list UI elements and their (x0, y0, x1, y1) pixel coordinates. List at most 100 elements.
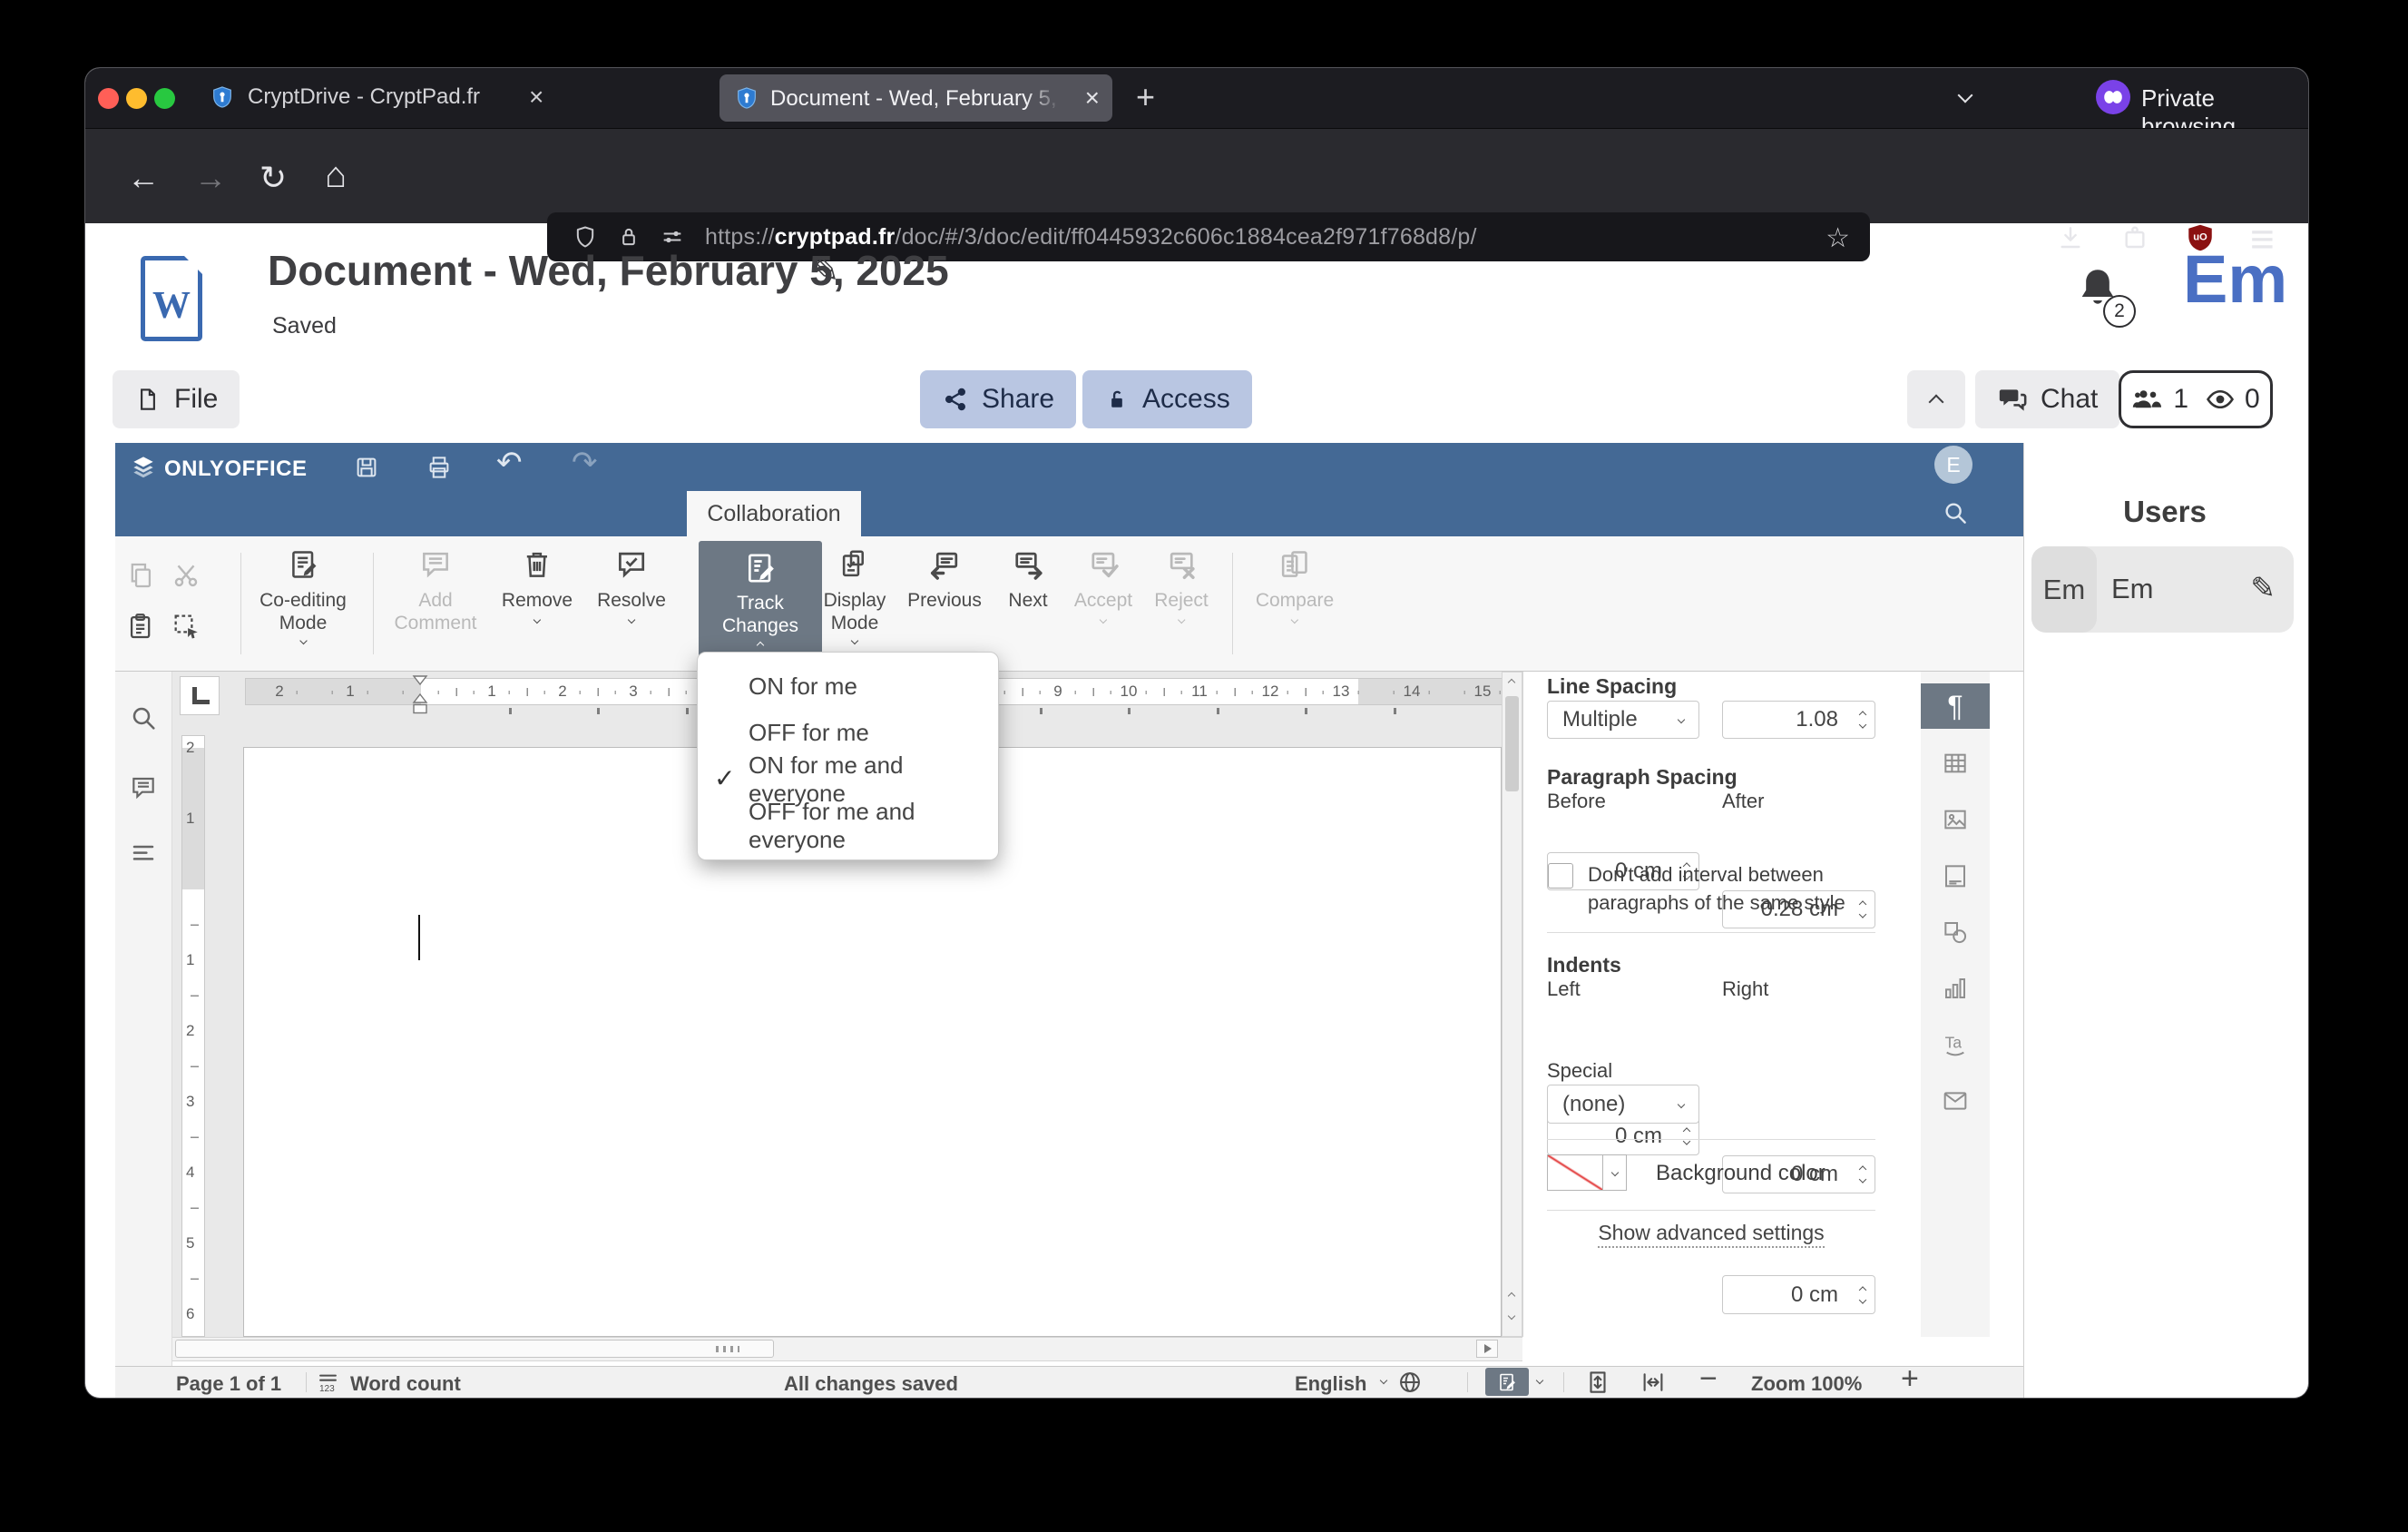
users-panel-title: Users (2123, 495, 2207, 528)
paste-icon[interactable] (125, 611, 156, 642)
share-button[interactable]: Share (920, 370, 1077, 428)
rename-pencil-icon[interactable]: ✎ (809, 250, 840, 291)
textart-settings-tab-icon[interactable] (1941, 1030, 1970, 1059)
new-tab-button[interactable]: + (1136, 78, 1155, 116)
home-button[interactable]: ⌂ (325, 157, 347, 193)
language-selector[interactable]: English (1295, 1372, 1366, 1396)
downloads-icon[interactable] (2056, 223, 2085, 252)
compare-button[interactable]: Compare (1256, 547, 1334, 624)
vertical-scrollbar[interactable] (1502, 672, 1522, 1337)
special-indent-select[interactable]: (none) (1547, 1085, 1699, 1124)
reload-button[interactable]: ↻ (259, 162, 287, 194)
line-spacing-select[interactable]: Multiple (1547, 701, 1699, 739)
print-icon[interactable] (426, 454, 453, 481)
display-mode-button[interactable]: Display Mode (814, 547, 896, 645)
background-color-swatch[interactable] (1547, 1154, 1603, 1191)
tab-stop-selector[interactable] (180, 676, 220, 715)
vertical-ruler[interactable]: 2 1 1 2 3 4 5 6 (181, 735, 205, 1337)
document-title[interactable]: Document - Wed, February 5, 2025 (268, 246, 949, 295)
zoom-out-button[interactable]: − (1699, 1361, 1718, 1397)
search-icon[interactable] (1942, 499, 1969, 526)
account-avatar-initials[interactable]: Em (2183, 241, 2287, 318)
next-change-button[interactable]: Next (1008, 547, 1048, 612)
chart-settings-tab-icon[interactable] (1941, 974, 1970, 1003)
page-count-label[interactable]: Page 1 of 1 (176, 1372, 281, 1396)
default-tab-stop-mark (1305, 708, 1307, 714)
scroll-right-button[interactable] (1476, 1340, 1498, 1358)
horizontal-scrollbar-thumb[interactable] (175, 1340, 774, 1358)
presence-indicator[interactable]: 1 0 (2119, 370, 2273, 428)
track-changes-button-active[interactable]: Track Changes (699, 541, 822, 666)
zoom-level-label[interactable]: Zoom 100% (1751, 1372, 1862, 1396)
cut-scissors-icon[interactable] (171, 560, 201, 591)
close-window-button[interactable] (98, 88, 119, 109)
minimize-window-button[interactable] (126, 88, 147, 109)
find-icon[interactable] (129, 703, 158, 732)
tab-title: CryptDrive - CryptPad.fr (248, 84, 481, 109)
close-tab-icon[interactable]: × (1085, 83, 1100, 113)
copy-icon[interactable] (125, 560, 156, 591)
no-interval-checkbox[interactable] (1548, 863, 1573, 889)
line-spacing-header: Line Spacing (1547, 674, 1678, 698)
add-comment-button[interactable]: Add Comment (386, 547, 485, 634)
line-spacing-value-input[interactable]: 1.08 (1722, 701, 1875, 739)
table-settings-tab-icon[interactable] (1941, 749, 1970, 778)
horizontal-scrollbar[interactable] (172, 1337, 1522, 1361)
ruler-number: 9 (1053, 683, 1062, 700)
special-indent-value-input[interactable]: 0 cm (1722, 1275, 1875, 1314)
user-avatar[interactable]: E (1934, 446, 1972, 484)
browser-tab-document-active[interactable]: Document - Wed, February 5, 20 × (719, 74, 1112, 122)
forward-button[interactable]: → (194, 162, 227, 194)
background-color-dropdown[interactable] (1603, 1154, 1627, 1191)
word-count-label[interactable]: Word count (350, 1372, 461, 1396)
indent-markers[interactable] (411, 674, 429, 716)
spellcheck-globe-icon[interactable] (1397, 1370, 1423, 1395)
menu-item-on-for-me[interactable]: ON for me (698, 663, 998, 710)
coediting-mode-button[interactable]: Co-editing Mode (251, 547, 356, 645)
image-settings-tab-icon[interactable] (1941, 805, 1970, 834)
browser-tab-cryptdrive[interactable]: CryptDrive - CryptPad.fr × (210, 83, 543, 112)
edit-user-name-pencil-icon[interactable]: ✎ (2250, 570, 2276, 605)
checkmark-icon: ✓ (714, 764, 736, 792)
viewers-count: 0 (2245, 384, 2260, 414)
word-count-icon[interactable] (316, 1370, 340, 1395)
previous-change-button[interactable]: Previous (907, 547, 982, 612)
remove-comments-button[interactable]: Remove (502, 547, 573, 624)
menu-item-on-for-everyone-checked[interactable]: ✓ ON for me and everyone (698, 751, 998, 807)
redo-icon[interactable]: ↷ (572, 445, 598, 481)
undo-icon[interactable]: ↶ (496, 445, 523, 481)
zoom-window-button[interactable] (154, 88, 175, 109)
bookmark-star-icon[interactable]: ☆ (1826, 222, 1850, 254)
mail-merge-tab-icon[interactable] (1941, 1086, 1970, 1115)
zoom-in-button[interactable]: + (1901, 1361, 1919, 1397)
track-changes-status-toggle-active[interactable] (1485, 1368, 1529, 1396)
navigation-panel-icon[interactable] (129, 840, 158, 869)
fit-width-icon[interactable] (1640, 1369, 1667, 1396)
file-menu-button[interactable]: File (113, 370, 240, 428)
show-advanced-settings-link[interactable]: Show advanced settings (1598, 1221, 1825, 1248)
paragraph-settings-tab-active[interactable]: ¶ (1921, 683, 1990, 729)
close-tab-icon[interactable]: × (529, 83, 543, 112)
collapse-toolbar-button[interactable] (1907, 370, 1965, 428)
access-button[interactable]: Access (1082, 370, 1252, 428)
user-list-item[interactable]: Em Em ✎ (2031, 546, 2294, 633)
comments-panel-icon[interactable] (129, 773, 158, 802)
vertical-scrollbar-thumb[interactable] (1505, 696, 1519, 791)
save-icon[interactable] (353, 454, 380, 481)
back-button[interactable]: ← (127, 162, 160, 194)
menu-item-off-for-me[interactable]: OFF for me (698, 710, 998, 756)
resolve-comments-button[interactable]: Resolve (597, 547, 666, 624)
ruler-number: 5 (186, 1234, 195, 1252)
menu-item-off-for-everyone[interactable]: OFF for me and everyone (698, 798, 998, 853)
shape-settings-tab-icon[interactable] (1941, 918, 1970, 947)
select-all-icon[interactable] (171, 611, 201, 642)
header-footer-settings-tab-icon[interactable] (1941, 861, 1970, 890)
list-tabs-chevron-icon[interactable] (1957, 87, 1973, 103)
fit-page-icon[interactable] (1584, 1369, 1611, 1396)
reject-change-button[interactable]: Reject (1154, 547, 1209, 624)
menu-tab-collaboration-active[interactable]: Collaboration (687, 491, 861, 536)
chat-button[interactable]: Chat (1975, 370, 2120, 428)
indent-left-label: Left (1547, 977, 1581, 1000)
accept-change-button[interactable]: Accept (1074, 547, 1132, 624)
extensions-puzzle-icon[interactable] (2120, 223, 2149, 252)
